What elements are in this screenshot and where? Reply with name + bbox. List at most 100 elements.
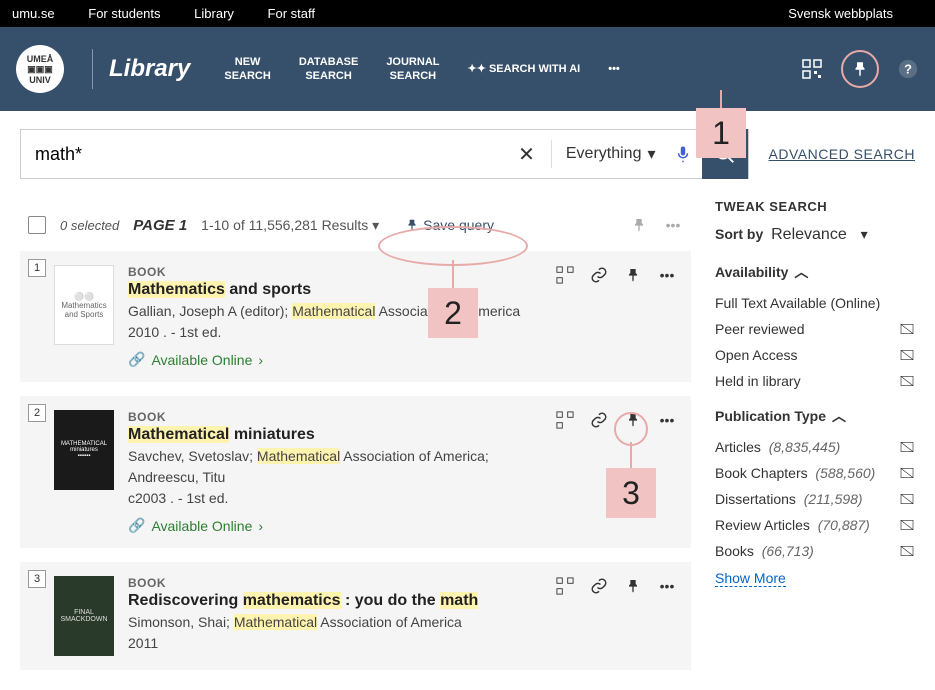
facet-item-books[interactable]: Books (66,713) — [715, 538, 915, 564]
permalink-icon[interactable] — [589, 410, 609, 430]
qr-icon[interactable] — [801, 58, 823, 80]
chevron-down-icon[interactable]: ▾ — [372, 217, 379, 233]
help-icon[interactable]: ? — [897, 58, 919, 80]
sort-by-dropdown[interactable]: Sort by Relevance ▾ — [715, 226, 915, 244]
result-item: 1 ⚪⚪Mathematicsand Sports BOOK Mathemati… — [20, 251, 691, 382]
qr-icon[interactable] — [555, 576, 575, 596]
more-icon[interactable]: ••• — [657, 265, 677, 285]
selected-count: 0 selected — [60, 218, 119, 233]
link-icon: 🔗 — [128, 351, 145, 368]
nav-journal-search[interactable]: JOURNALSEARCH — [386, 55, 439, 84]
search-box: ✕ Everything▾ — [20, 129, 749, 179]
facet-item-reviews[interactable]: Review Articles (70,887) — [715, 512, 915, 538]
search-input[interactable] — [21, 144, 508, 165]
availability-link[interactable]: 🔗Available Online› — [128, 517, 541, 534]
facet-item-fulltext[interactable]: Full Text Available (Online) — [715, 290, 915, 316]
topbar-link-students[interactable]: For students — [88, 6, 160, 21]
annotation-circle-3 — [614, 412, 648, 446]
annotation-1: 1 — [696, 108, 746, 158]
book-cover[interactable]: ⚪⚪Mathematicsand Sports — [54, 265, 114, 345]
nav-more[interactable]: ••• — [608, 62, 620, 76]
chevron-right-icon: › — [258, 518, 263, 534]
clear-icon[interactable]: ✕ — [508, 142, 545, 167]
permalink-icon[interactable] — [589, 576, 609, 596]
main-navbar: UMEÅ▣▣▣UNIV Library NEWSEARCH DATABASESE… — [0, 27, 935, 111]
facet-pubtype-header[interactable]: Publication Type︿ — [715, 406, 915, 426]
book-cover[interactable]: MATHEMATICALminiatures▪▪▪▪▪▪ — [54, 410, 114, 490]
result-meta: Gallian, Joseph A (editor); Mathematical… — [128, 301, 541, 322]
result-meta: Simonson, Shai; Mathematical Association… — [128, 612, 541, 633]
search-scope-dropdown[interactable]: Everything▾ — [558, 144, 664, 164]
header-more-icon[interactable]: ••• — [663, 215, 683, 235]
link-icon: 🔗 — [128, 517, 145, 534]
top-utility-bar: umu.se For students Library For staff Sv… — [0, 0, 935, 27]
tweak-search-header: TWEAK SEARCH — [715, 199, 915, 214]
result-type: BOOK — [128, 265, 541, 279]
chevron-down-icon: ▾ — [861, 226, 868, 242]
result-number: 2 — [28, 404, 46, 422]
facet-item-peer[interactable]: Peer reviewed — [715, 316, 915, 342]
divider — [92, 49, 93, 89]
pin-icon[interactable] — [623, 265, 643, 285]
exclude-icon[interactable] — [899, 321, 915, 337]
brand-title[interactable]: Library — [109, 55, 190, 83]
facet-item-dissertations[interactable]: Dissertations (211,598) — [715, 486, 915, 512]
result-title[interactable]: Mathematics and sports — [128, 281, 541, 299]
chevron-up-icon: ︿ — [832, 406, 846, 426]
exclude-icon[interactable] — [899, 491, 915, 507]
nav-search-ai[interactable]: ✦✦ SEARCH WITH AI — [467, 62, 580, 76]
exclude-icon[interactable] — [899, 465, 915, 481]
facet-item-chapters[interactable]: Book Chapters (588,560) — [715, 460, 915, 486]
topbar-link-staff[interactable]: For staff — [268, 6, 315, 21]
annotation-line-1 — [720, 90, 722, 108]
results-header: 0 selected PAGE 1 1-10 of 11,556,281 Res… — [20, 199, 691, 251]
result-meta-2: 2011 — [128, 633, 541, 654]
show-more-link[interactable]: Show More — [715, 570, 786, 587]
facet-item-openaccess[interactable]: Open Access — [715, 342, 915, 368]
annotation-3: 3 — [606, 468, 656, 518]
facets-column: TWEAK SEARCH Sort by Relevance ▾ Availab… — [715, 199, 915, 587]
result-type: BOOK — [128, 410, 541, 424]
exclude-icon[interactable] — [899, 517, 915, 533]
more-icon[interactable]: ••• — [657, 410, 677, 430]
topbar-link-swedish[interactable]: Svensk webbplats — [788, 6, 893, 21]
result-meta-2: 2010 . - 1st ed. — [128, 322, 541, 343]
exclude-icon[interactable] — [899, 373, 915, 389]
qr-icon[interactable] — [555, 265, 575, 285]
exclude-icon[interactable] — [899, 543, 915, 559]
pin-icon[interactable] — [623, 576, 643, 596]
more-icon[interactable]: ••• — [657, 576, 677, 596]
facet-item-held[interactable]: Held in library — [715, 368, 915, 394]
availability-link[interactable]: 🔗Available Online› — [128, 351, 541, 368]
svg-text:?: ? — [904, 62, 912, 77]
exclude-icon[interactable] — [899, 439, 915, 455]
result-item: 3 FINAL SMACKDOWN BOOK Rediscovering mat… — [20, 562, 691, 670]
qr-icon[interactable] — [555, 410, 575, 430]
header-pin-icon[interactable] — [629, 215, 649, 235]
university-logo[interactable]: UMEÅ▣▣▣UNIV — [16, 45, 64, 93]
chevron-right-icon: › — [258, 352, 263, 368]
search-row: ✕ Everything▾ ADVANCED SEARCH — [0, 129, 935, 179]
exclude-icon[interactable] — [899, 347, 915, 363]
annotation-line-2 — [452, 260, 454, 288]
book-cover[interactable]: FINAL SMACKDOWN — [54, 576, 114, 656]
result-title[interactable]: Mathematical miniatures — [128, 426, 541, 444]
permalink-icon[interactable] — [589, 265, 609, 285]
select-all-checkbox[interactable] — [28, 216, 46, 234]
result-meta: Savchev, Svetoslav; Mathematical Associa… — [128, 446, 541, 488]
facet-availability-header[interactable]: Availability︿ — [715, 262, 915, 282]
facet-item-articles[interactable]: Articles (8,835,445) — [715, 434, 915, 460]
result-item: 2 MATHEMATICALminiatures▪▪▪▪▪▪ BOOK Math… — [20, 396, 691, 548]
page-label: PAGE 1 — [133, 217, 187, 234]
result-type: BOOK — [128, 576, 541, 590]
topbar-link-library[interactable]: Library — [194, 6, 234, 21]
nav-database-search[interactable]: DATABASESEARCH — [299, 55, 358, 84]
annotation-2: 2 — [428, 288, 478, 338]
nav-new-search[interactable]: NEWSEARCH — [224, 55, 270, 84]
result-title[interactable]: Rediscovering mathematics : you do the m… — [128, 592, 541, 610]
result-number: 3 — [28, 570, 46, 588]
pin-favorites-button[interactable] — [841, 50, 879, 88]
topbar-link-umu[interactable]: umu.se — [12, 6, 55, 21]
advanced-search-link[interactable]: ADVANCED SEARCH — [769, 146, 916, 162]
results-range: 1-10 of 11,556,281 Results ▾ — [201, 217, 379, 234]
